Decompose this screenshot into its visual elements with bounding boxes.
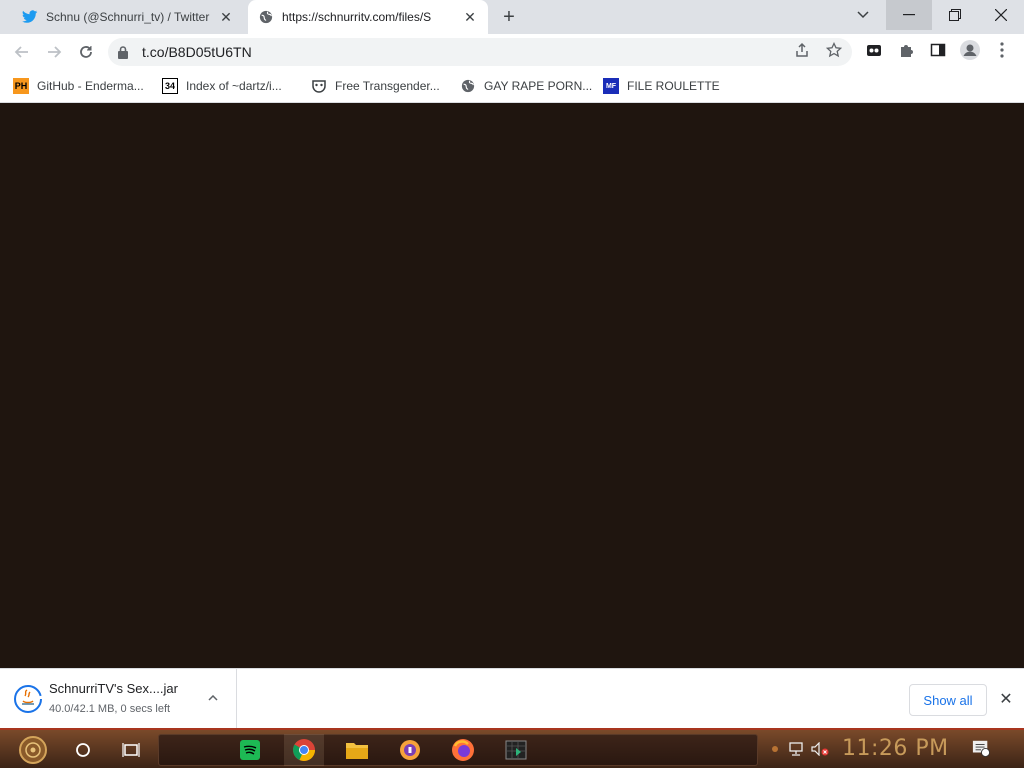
- task-view-icon[interactable]: [118, 734, 144, 766]
- close-tab-icon[interactable]: ✕: [462, 9, 478, 25]
- close-window-button[interactable]: [978, 0, 1024, 30]
- tab-schnurritv[interactable]: https://schnurritv.com/files/S ✕: [248, 0, 488, 34]
- bookmark-star-icon[interactable]: [824, 40, 844, 60]
- download-item[interactable]: SchnurriTV's Sex....jar 40.0/42.1 MB, 0 …: [0, 669, 237, 729]
- taskbar: 11:26 PM: [0, 728, 1024, 768]
- download-filename: SchnurriTV's Sex....jar: [49, 681, 178, 696]
- tab-twitter[interactable]: Schnu (@Schnurri_tv) / Twitter ✕: [12, 0, 244, 34]
- bookmark-label: Index of ~dartz/i...: [186, 79, 282, 93]
- file-explorer-icon[interactable]: [337, 734, 377, 766]
- bookmark-item[interactable]: Free Transgender...: [311, 77, 440, 95]
- forward-icon[interactable]: [42, 40, 66, 64]
- tray-expand-icon[interactable]: [766, 740, 784, 758]
- lock-icon[interactable]: [118, 45, 130, 59]
- close-tab-icon[interactable]: ✕: [218, 9, 234, 25]
- tab-title: Schnu (@Schnurri_tv) / Twitter: [46, 10, 210, 24]
- bookmark-item[interactable]: MF FILE ROULETTE: [603, 77, 720, 95]
- taskbar-clock[interactable]: 11:26 PM: [842, 736, 949, 761]
- start-button[interactable]: [8, 734, 58, 766]
- volume-muted-icon[interactable]: [811, 740, 829, 758]
- bookmark-label: FILE ROULETTE: [627, 79, 720, 93]
- browser-toolbar: t.co/B8D05tU6TN: [0, 34, 1024, 70]
- globe-icon: [460, 78, 476, 94]
- notifications-icon[interactable]: [972, 739, 990, 757]
- reload-icon[interactable]: [74, 40, 98, 64]
- chevron-up-icon[interactable]: [204, 689, 222, 707]
- chrome-icon[interactable]: [284, 734, 324, 766]
- firefox-icon[interactable]: [443, 734, 483, 766]
- tab-title: https://schnurritv.com/files/S: [282, 10, 432, 24]
- profile-avatar-icon[interactable]: [960, 40, 980, 60]
- url-text[interactable]: t.co/B8D05tU6TN: [142, 44, 252, 60]
- download-shelf: SchnurriTV's Sex....jar 40.0/42.1 MB, 0 …: [0, 668, 1024, 729]
- tab-search-icon[interactable]: [840, 0, 886, 30]
- globe-icon: [258, 9, 274, 25]
- back-icon[interactable]: [10, 40, 34, 64]
- bookmark-item[interactable]: PH GitHub - Enderma...: [13, 77, 144, 95]
- close-shelf-icon[interactable]: ✕: [996, 689, 1016, 709]
- bookmark-label: GitHub - Enderma...: [37, 79, 144, 93]
- bookmark-item[interactable]: 34 Index of ~dartz/i...: [162, 77, 282, 95]
- menu-kebab-icon[interactable]: [992, 40, 1012, 60]
- side-panel-icon[interactable]: [928, 40, 948, 60]
- vpn-shield-icon[interactable]: [390, 734, 430, 766]
- minimize-button[interactable]: [886, 0, 932, 30]
- show-all-button[interactable]: Show all: [909, 684, 987, 716]
- download-status: 40.0/42.1 MB, 0 secs left: [49, 703, 171, 715]
- bookmark-label: Free Transgender...: [335, 79, 440, 93]
- file-roulette-icon: MF: [603, 78, 619, 94]
- java-file-icon: [14, 685, 42, 713]
- bookmark-item[interactable]: GAY RAPE PORN...: [460, 77, 592, 95]
- spotify-icon[interactable]: [230, 734, 270, 766]
- bookmarks-bar: PH GitHub - Enderma... 34 Index of ~dart…: [0, 70, 1024, 103]
- new-tab-button[interactable]: +: [498, 6, 520, 28]
- address-bar[interactable]: t.co/B8D05tU6TN: [108, 38, 852, 66]
- terminal-app-icon[interactable]: [496, 734, 536, 766]
- network-icon[interactable]: [787, 740, 805, 758]
- extension-app-icon[interactable]: [864, 40, 884, 60]
- extensions-puzzle-icon[interactable]: [896, 40, 916, 60]
- rule34-icon: 34: [162, 78, 178, 94]
- tab-strip: Schnu (@Schnurri_tv) / Twitter ✕ https:/…: [0, 0, 1024, 34]
- twitter-icon: [22, 9, 38, 25]
- pornhub-icon: PH: [13, 78, 29, 94]
- page-content[interactable]: [0, 104, 1024, 668]
- restore-button[interactable]: [932, 0, 978, 30]
- mask-icon: [311, 78, 327, 94]
- share-icon[interactable]: [792, 40, 812, 60]
- bookmark-label: GAY RAPE PORN...: [484, 79, 593, 93]
- cortana-icon[interactable]: [70, 734, 96, 766]
